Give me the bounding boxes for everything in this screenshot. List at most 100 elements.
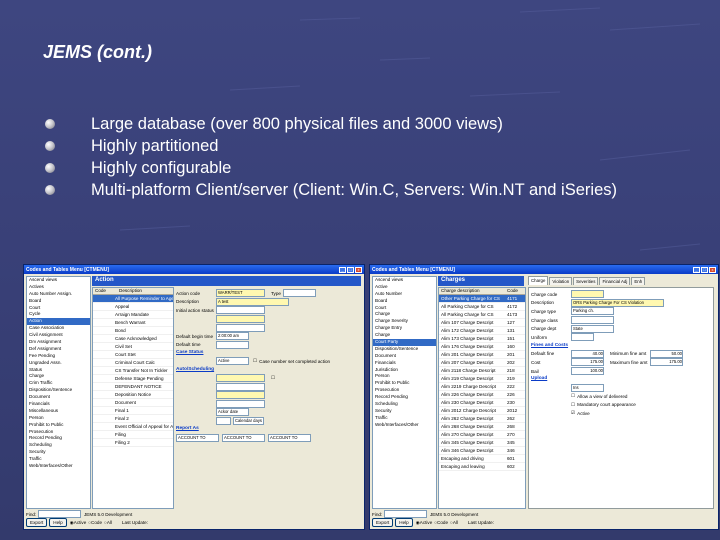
type-field[interactable] bbox=[282, 289, 316, 298]
cost-field[interactable]: 175.00 bbox=[571, 358, 604, 367]
table-row[interactable]: Appeal bbox=[93, 303, 173, 311]
table-row[interactable]: All Purpose Reminder to Agency bbox=[93, 295, 173, 303]
report-field-1[interactable]: ACCOUNT TO bbox=[176, 433, 219, 442]
charge-dept-select[interactable]: State bbox=[571, 324, 614, 333]
table-row[interactable]: Escaping and leaving 602 bbox=[439, 463, 525, 471]
table-row[interactable]: Bond bbox=[93, 327, 173, 335]
maximum-fine-field[interactable]: 175.00 bbox=[650, 358, 683, 367]
table-row[interactable]: Civil Set bbox=[93, 343, 173, 351]
table-row[interactable]: Final 1 bbox=[93, 407, 173, 415]
blank-field[interactable] bbox=[216, 382, 265, 391]
table-row[interactable]: Alim 207 Charge Descript 202 bbox=[439, 359, 525, 367]
status-select[interactable]: Active bbox=[216, 357, 249, 366]
table-row[interactable]: Final 2 bbox=[93, 415, 173, 423]
tree-item[interactable]: Action bbox=[27, 318, 90, 326]
checkbox[interactable]: ☐ bbox=[571, 393, 575, 399]
table-row[interactable]: Alim 172 Charge Descript 131 bbox=[439, 327, 525, 335]
tree-item[interactable]: Prohibit to Public bbox=[373, 380, 436, 387]
tree-item[interactable]: Web/Interfaces/Other bbox=[373, 422, 436, 429]
blank-field[interactable] bbox=[216, 399, 265, 408]
tree-item[interactable]: Record Pending bbox=[373, 394, 436, 401]
tree-item[interactable]: Charge bbox=[373, 332, 436, 339]
export-button[interactable]: Export bbox=[26, 518, 48, 528]
tree-item[interactable]: Crim Traffic bbox=[27, 380, 90, 387]
table-row[interactable]: Alim 262 Charge Descript 262 bbox=[439, 415, 525, 423]
table-row[interactable]: DEFENDANT NOTICE bbox=[93, 383, 173, 391]
find-field[interactable] bbox=[38, 510, 81, 519]
table-row[interactable]: Event Official of Appeal for Ackor bbox=[93, 423, 173, 431]
maximize-icon[interactable]: □ bbox=[347, 266, 354, 273]
table-row[interactable]: Bench Warrant bbox=[93, 319, 173, 327]
table-row[interactable]: Document bbox=[93, 399, 173, 407]
begin-time-field[interactable]: 2:00:00 am bbox=[216, 332, 249, 341]
tree-item[interactable]: Person bbox=[27, 415, 90, 422]
tree-item[interactable]: Actives bbox=[27, 284, 90, 291]
table-row[interactable]: Alim 219 Charge Descript 219 bbox=[439, 375, 525, 383]
tree-item[interactable]: Civil Assignment bbox=[27, 332, 90, 339]
table-row[interactable]: Alim 2219 Charge Descript 222 bbox=[439, 383, 525, 391]
tree-item[interactable]: Traffic bbox=[27, 456, 90, 463]
table-row[interactable]: Escaping and driving 601 bbox=[439, 455, 525, 463]
navigation-tree[interactable]: Ascend views Active Auto Number Board Court C… bbox=[372, 276, 437, 509]
minimize-icon[interactable]: _ bbox=[339, 266, 346, 273]
column-header-code[interactable]: Code bbox=[95, 288, 119, 294]
tab-charge[interactable]: Charge bbox=[528, 276, 549, 285]
schedule-field[interactable]: Ackor date bbox=[216, 408, 249, 417]
yellow-field[interactable] bbox=[216, 391, 265, 400]
table-row[interactable]: Defense Stage Pending bbox=[93, 375, 173, 383]
help-button[interactable]: Help bbox=[395, 518, 413, 528]
find-field[interactable] bbox=[384, 510, 427, 519]
upload-select[interactable]: Ins bbox=[571, 383, 604, 392]
column-header-code[interactable]: Code bbox=[507, 288, 518, 294]
tab-enh[interactable]: Enh bbox=[631, 277, 646, 285]
column-header-description[interactable]: Description bbox=[119, 288, 142, 294]
tree-item[interactable]: Financials bbox=[373, 360, 436, 367]
minimum-fine-field[interactable]: 50.00 bbox=[650, 349, 683, 358]
checkbox[interactable]: ☐ bbox=[253, 358, 257, 364]
days-field[interactable] bbox=[216, 417, 231, 426]
tree-item[interactable]: Prosecution bbox=[373, 387, 436, 394]
checkbox-checked[interactable]: ☑ bbox=[571, 410, 575, 416]
minimize-icon[interactable]: _ bbox=[693, 266, 700, 273]
table-row[interactable]: Other Parking Charge for CS 4171 bbox=[439, 295, 525, 303]
maximize-icon[interactable]: □ bbox=[701, 266, 708, 273]
table-row[interactable]: CS Transfer Not In Tickler bbox=[93, 367, 173, 375]
tree-item[interactable]: Disposition/Sentence bbox=[373, 346, 436, 353]
tree-item[interactable]: Person bbox=[373, 373, 436, 380]
bail-field[interactable]: 100.00 bbox=[571, 367, 604, 376]
table-row[interactable]: Court Stet bbox=[93, 351, 173, 359]
description-field[interactable]: A test bbox=[216, 297, 289, 306]
table-row[interactable]: Alim 2118 Charge Descript 218 bbox=[439, 367, 525, 375]
tab-severities[interactable]: Severities bbox=[573, 277, 599, 285]
table-row[interactable]: Arraign Mandate bbox=[93, 311, 173, 319]
uniform-field[interactable] bbox=[571, 333, 594, 342]
tree-item[interactable]: Charge Severity bbox=[373, 318, 436, 325]
tree-item[interactable]: Court Party bbox=[373, 339, 436, 346]
table-row[interactable]: Alim 270 Charge Descript 270 bbox=[439, 431, 525, 439]
table-row[interactable]: Alim 173 Charge Descript 151 bbox=[439, 335, 525, 343]
close-icon[interactable]: x bbox=[709, 266, 716, 273]
tree-item[interactable]: Prohibit to Public bbox=[27, 422, 90, 429]
tree-item[interactable]: Security bbox=[373, 408, 436, 415]
table-row[interactable]: Filing bbox=[93, 431, 173, 439]
close-icon[interactable]: x bbox=[355, 266, 362, 273]
action-code-field[interactable]: WARR/TEST bbox=[216, 289, 265, 298]
table-row[interactable]: Filing 2 bbox=[93, 439, 173, 447]
charges-grid[interactable]: Charge description Code Other Parking Ch… bbox=[438, 287, 526, 509]
tree-item[interactable]: Charge bbox=[373, 311, 436, 318]
checkbox[interactable]: ☐ bbox=[571, 402, 575, 408]
default-fine-field[interactable]: 40.00 bbox=[571, 349, 604, 358]
action-grid[interactable]: Code Description All Purpose Reminder to… bbox=[92, 287, 174, 509]
tree-item[interactable]: Ungraded Assn. bbox=[27, 360, 90, 367]
yellow-field[interactable] bbox=[216, 374, 265, 383]
tree-item[interactable]: Security bbox=[27, 449, 90, 456]
table-row[interactable]: Alim 230 Charge Descript 230 bbox=[439, 399, 525, 407]
tree-item[interactable]: Prosecution bbox=[27, 429, 90, 436]
table-row[interactable]: All Parking Charge for CS 4173 bbox=[439, 311, 525, 319]
calendar-days-select[interactable]: Calendar days bbox=[233, 417, 264, 426]
table-row[interactable]: Alim 268 Charge Descript 268 bbox=[439, 423, 525, 431]
charge-class-field[interactable] bbox=[571, 316, 614, 325]
table-row[interactable]: Alim 107 Charge Descript 127 bbox=[439, 319, 525, 327]
table-row[interactable]: Alim 2012 Charge Descript 2012 bbox=[439, 407, 525, 415]
tree-item[interactable]: Board bbox=[373, 298, 436, 305]
